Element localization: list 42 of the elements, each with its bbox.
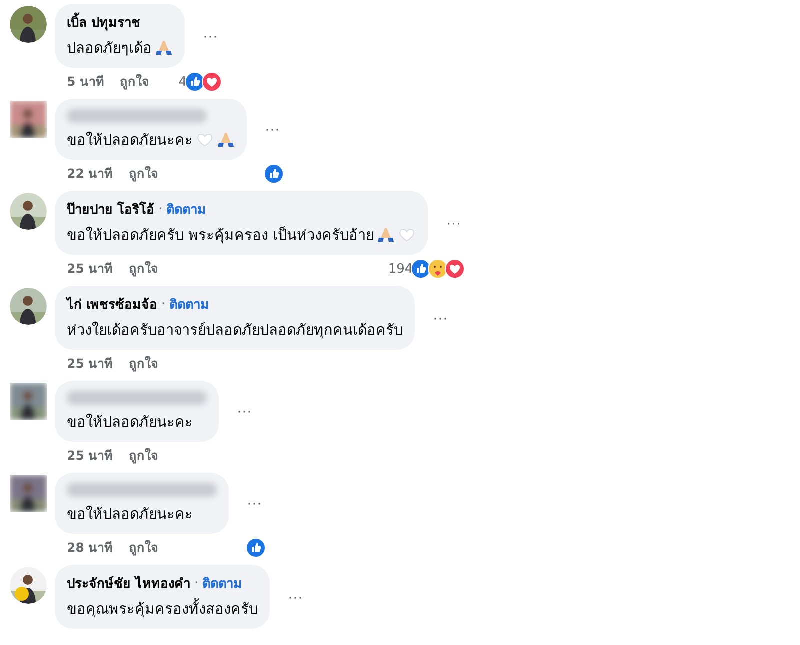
like-reaction-icon[interactable] bbox=[246, 538, 266, 558]
commenter-name[interactable]: ประจักษ์ชัย ไหทองคำ bbox=[67, 573, 191, 594]
comment-time[interactable]: 22 นาที bbox=[67, 164, 113, 184]
separator-dot: · bbox=[158, 202, 163, 217]
more-options-button[interactable]: ··· bbox=[429, 310, 452, 326]
like-link[interactable]: ถูกใจ bbox=[120, 72, 150, 92]
like-reaction-icon[interactable] bbox=[264, 164, 284, 184]
comment-text: ขอให้ปลอดภัยนะคะ bbox=[67, 412, 193, 433]
more-options-button[interactable]: ··· bbox=[442, 216, 466, 230]
reaction-count[interactable]: 4 bbox=[178, 74, 187, 90]
comment-text: ขอคุณพระคุ้มครองทั้งสองครับ bbox=[67, 597, 258, 620]
comment-text: ปลอดภัยๆเด้อ bbox=[67, 40, 152, 59]
follow-link[interactable]: ติดตาม bbox=[166, 199, 207, 220]
heart-reaction-icon[interactable] bbox=[445, 259, 466, 279]
like-link[interactable]: ถูกใจ bbox=[128, 259, 158, 279]
like-link[interactable]: ถูกใจ bbox=[128, 538, 158, 558]
comment-time[interactable]: 25 นาที bbox=[67, 354, 113, 374]
follow-link[interactable]: ติดตาม bbox=[170, 294, 210, 315]
comment-time[interactable]: 25 นาที bbox=[67, 446, 113, 466]
comment-time[interactable]: 28 นาที bbox=[67, 538, 113, 558]
comment-text: ขอให้ปลอดภัยนะคะ bbox=[67, 130, 193, 151]
follow-link[interactable]: ติดตาม bbox=[202, 573, 243, 594]
more-options-button[interactable]: ··· bbox=[233, 404, 256, 419]
separator-dot: · bbox=[194, 576, 199, 591]
more-options-button[interactable]: ··· bbox=[284, 590, 307, 604]
comment-text: ห่วงใยเด้อครับอาจารย์ปลอดภัยปลอดภัยทุกคนเด้อครับ bbox=[67, 320, 403, 341]
like-link[interactable]: ถูกใจ bbox=[128, 446, 158, 466]
separator-dot: · bbox=[162, 297, 166, 312]
more-options-button[interactable]: ··· bbox=[261, 122, 284, 137]
more-options-button[interactable]: ··· bbox=[243, 496, 266, 511]
comment-text: ขอให้ปลอดภัยนะคะ bbox=[67, 504, 193, 525]
commenter-name[interactable]: เบิ้ล ปทุมราช bbox=[67, 12, 141, 33]
like-link[interactable]: ถูกใจ bbox=[128, 164, 158, 184]
heart-reaction-icon[interactable] bbox=[202, 72, 222, 92]
comment-time[interactable]: 5 นาที bbox=[67, 72, 104, 92]
commenter-name[interactable]: ป๊ายปาย โอริโอ้ bbox=[67, 199, 155, 220]
like-link[interactable]: ถูกใจ bbox=[128, 354, 158, 374]
comment-text: ขอให้ปลอดภัยครับ พระคุ้มครอง เป็นห่วงครับอ้าย bbox=[67, 225, 374, 246]
reaction-count[interactable]: 194 bbox=[388, 262, 414, 276]
comment-time[interactable]: 25 นาที bbox=[67, 259, 113, 279]
more-options-button[interactable]: ··· bbox=[199, 28, 222, 44]
commenter-name[interactable]: ไก่ เพชรซ้อมจ้อ bbox=[67, 294, 158, 315]
